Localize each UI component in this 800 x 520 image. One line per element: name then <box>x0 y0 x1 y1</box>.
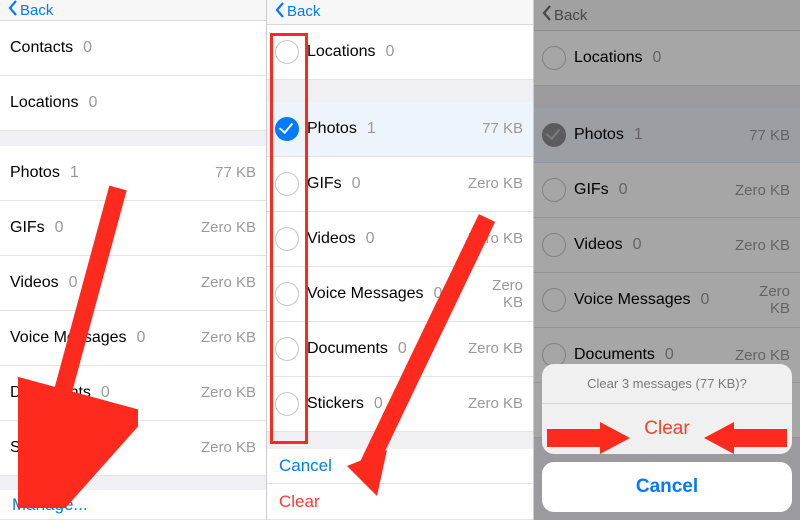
row-label: Voice Messages <box>307 285 424 303</box>
action-sheet: Clear 3 messages (77 KB)? Clear Cancel <box>542 364 792 512</box>
row-count: 0 <box>342 175 412 193</box>
row-size: Zero KB <box>115 219 256 236</box>
row-label: GIFs <box>10 219 45 237</box>
row-count: 0 <box>127 329 197 347</box>
chevron-left-icon <box>275 2 285 22</box>
action-sheet-message: Clear 3 messages (77 KB)? <box>542 364 792 404</box>
row-size: Zero KB <box>129 274 256 291</box>
section-gap <box>0 476 266 491</box>
action-sheet-card: Clear 3 messages (77 KB)? Clear <box>542 364 792 454</box>
row-label: Voice Messages <box>10 329 127 347</box>
select-radio[interactable] <box>275 392 299 416</box>
section-gap <box>0 131 266 146</box>
row-count: 0 <box>67 439 137 457</box>
storage-row-photos: Photos177 KB <box>0 146 266 201</box>
storage-row-videos: Videos0Zero KB <box>0 256 266 311</box>
storage-row-gifs[interactable]: GIFs0Zero KB <box>267 157 533 212</box>
row-size: 77 KB <box>427 120 523 137</box>
clear-button[interactable]: Clear <box>267 484 533 520</box>
row-label: Photos <box>307 120 357 138</box>
row-label: Contacts <box>10 39 73 57</box>
row-count: 0 <box>388 340 458 358</box>
storage-row-locations: Locations0 <box>0 76 266 131</box>
row-label: Stickers <box>10 439 67 457</box>
section-gap <box>267 80 533 102</box>
row-label: Documents <box>307 340 388 358</box>
storage-row-voice-messages[interactable]: Voice Messages0Zero KB <box>267 267 533 322</box>
manage-label: Manage... <box>12 495 88 515</box>
storage-row-documents[interactable]: Documents0Zero KB <box>267 322 533 377</box>
row-count: 0 <box>91 384 161 402</box>
storage-row-photos[interactable]: Photos177 KB <box>267 102 533 157</box>
storage-row-voice-messages: Voice Messages0Zero KB <box>0 311 266 366</box>
row-label: Documents <box>10 384 91 402</box>
row-label: GIFs <box>307 175 342 193</box>
back-label: Back <box>20 2 53 19</box>
row-count: 0 <box>364 395 434 413</box>
row-count: 0 <box>59 274 129 292</box>
storage-row-stickers: Stickers0Zero KB <box>0 421 266 476</box>
manage-button[interactable]: Manage... <box>0 490 266 520</box>
back-button[interactable]: Back <box>8 0 53 20</box>
select-radio[interactable] <box>275 282 299 306</box>
select-radio[interactable] <box>275 117 299 141</box>
storage-row-locations[interactable]: Locations0 <box>267 25 533 80</box>
select-radio[interactable] <box>275 227 299 251</box>
row-count: 0 <box>73 39 143 57</box>
pane-select-media: Back Locations0Photos177 KBGIFs0Zero KBV… <box>267 0 534 520</box>
row-size: Zero KB <box>426 230 523 247</box>
storage-row-documents: Documents0Zero KB <box>0 366 266 421</box>
row-count: 0 <box>45 219 115 237</box>
row-label: Locations <box>10 94 79 112</box>
storage-row-stickers[interactable]: Stickers0Zero KB <box>267 377 533 432</box>
row-label: Locations <box>307 43 376 61</box>
row-count: 0 <box>424 285 493 303</box>
row-count: 1 <box>357 120 427 138</box>
section-gap <box>267 432 533 449</box>
row-size: Zero KB <box>137 439 256 456</box>
row-size: Zero KB <box>161 384 256 401</box>
row-size: Zero KB <box>458 340 523 357</box>
row-count: 0 <box>356 230 426 248</box>
nav-bar: Back <box>267 0 533 25</box>
cancel-label: Cancel <box>279 456 332 476</box>
row-size: Zero KB <box>412 175 523 192</box>
chevron-left-icon <box>8 0 18 20</box>
pane-confirm-clear: Back Locations0Photos177 KBGIFs0Zero KBV… <box>534 0 800 520</box>
cancel-button[interactable]: Cancel <box>267 449 533 485</box>
action-sheet-clear-button[interactable]: Clear <box>542 404 792 454</box>
nav-bar: Back <box>0 0 266 21</box>
row-size: 77 KB <box>130 164 256 181</box>
row-label: Stickers <box>307 395 364 413</box>
action-sheet-cancel-button[interactable]: Cancel <box>542 462 792 512</box>
row-count: 0 <box>79 94 149 112</box>
storage-row-contacts: Contacts0 <box>0 21 266 76</box>
row-label: Photos <box>10 164 60 182</box>
clear-label: Clear <box>279 492 320 512</box>
row-count: 1 <box>60 164 130 182</box>
row-label: Videos <box>307 230 356 248</box>
row-count: 0 <box>376 43 446 61</box>
row-size: Zero KB <box>197 329 256 346</box>
pane-storage-overview: Back Contacts0Locations0 Photos177 KBGIF… <box>0 0 267 520</box>
row-size: Zero KB <box>492 277 523 311</box>
select-radio[interactable] <box>275 40 299 64</box>
back-button[interactable]: Back <box>275 2 320 22</box>
storage-row-videos[interactable]: Videos0Zero KB <box>267 212 533 267</box>
back-label: Back <box>287 3 320 20</box>
select-radio[interactable] <box>275 172 299 196</box>
row-size: Zero KB <box>434 395 523 412</box>
select-radio[interactable] <box>275 337 299 361</box>
storage-row-gifs: GIFs0Zero KB <box>0 201 266 256</box>
row-label: Videos <box>10 274 59 292</box>
